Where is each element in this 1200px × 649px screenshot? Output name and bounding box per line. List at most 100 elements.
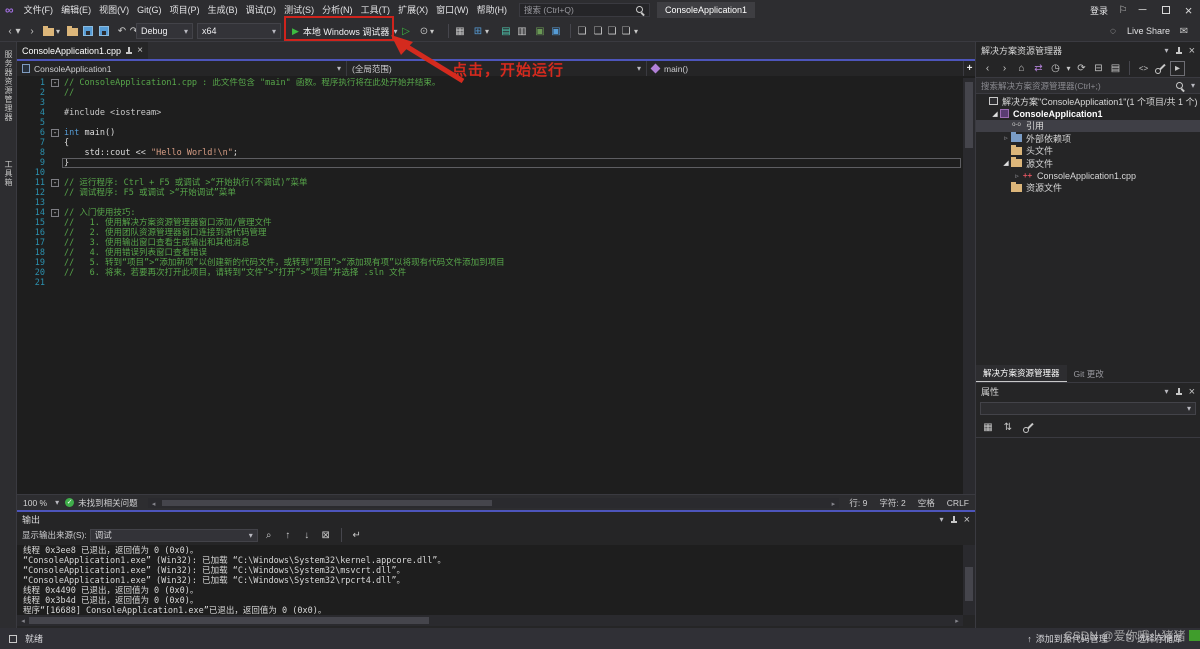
server-explorer-vertical-tab[interactable]: 服务器资源管理器	[3, 50, 14, 122]
object-browser-icon[interactable]: ▥	[514, 20, 530, 42]
start-debugging-button[interactable]: ▶ 本地 Windows 调试器 ▾	[288, 22, 401, 40]
close-button[interactable]: ×	[1177, 0, 1200, 20]
fold-collapse-icon[interactable]: -	[51, 129, 59, 137]
close-panel-icon[interactable]: ×	[964, 514, 970, 526]
menu-item[interactable]: 编辑(E)	[57, 0, 95, 20]
tab-git-changes[interactable]: Git 更改	[1067, 366, 1111, 382]
view-code-icon[interactable]: <>	[1136, 61, 1151, 76]
background-tasks-icon[interactable]	[9, 634, 17, 643]
code-line[interactable]: 12 // 调试程序: F5 或调试 >“开始调试”菜单	[17, 188, 963, 198]
code-line[interactable]: 2 //	[17, 88, 963, 98]
member-dropdown[interactable]: main()▾	[647, 61, 975, 76]
live-share-icon[interactable]: ◌	[1105, 20, 1121, 42]
tree-item-folder[interactable]: 资源文件	[976, 181, 1200, 194]
bookmark-icon[interactable]: ❏	[574, 20, 590, 42]
menu-item[interactable]: 扩展(X)	[394, 0, 432, 20]
output-vertical-scrollbar[interactable]	[963, 545, 975, 615]
window-position-dropdown-icon[interactable]: ▾	[1165, 387, 1169, 396]
split-window-handle[interactable]: +	[963, 61, 975, 76]
tree-item-folder[interactable]: ◢ 源文件	[976, 157, 1200, 169]
scrollbar-thumb[interactable]	[161, 499, 492, 506]
code-line[interactable]: 6- int main()	[17, 128, 963, 138]
bookmarks-dropdown-icon[interactable]: ▾	[632, 20, 640, 42]
pin-icon[interactable]	[1175, 46, 1183, 56]
document-tab[interactable]: ConsoleApplication1.cpp ×	[17, 42, 148, 59]
tree-item-project[interactable]: ◢ ConsoleApplication1	[976, 107, 1200, 119]
expander-icon[interactable]: ▹	[1012, 172, 1022, 180]
close-panel-icon[interactable]: ×	[1189, 45, 1195, 57]
window-position-dropdown-icon[interactable]: ▾	[1165, 46, 1169, 55]
tree-item-solution[interactable]: 解决方案"ConsoleApplication1"(1 个项目/共 1 个)	[976, 95, 1200, 107]
code-line[interactable]: 9}	[17, 158, 963, 168]
switch-views-icon[interactable]: ⇄	[1031, 61, 1046, 76]
categorized-icon[interactable]: ▦	[980, 419, 996, 435]
editor-vertical-scrollbar[interactable]	[963, 78, 975, 494]
start-without-debugging-icon[interactable]: ▷	[398, 20, 414, 42]
menu-item[interactable]: 调试(D)	[242, 0, 281, 20]
clear-all-icon[interactable]: ⊠	[318, 527, 334, 543]
pending-changes-filter-icon[interactable]: ◷	[1048, 61, 1063, 76]
property-pages-icon[interactable]	[1020, 419, 1036, 435]
code-line[interactable]: 8 std::cout << "Hello World!\n";	[17, 148, 963, 158]
menu-item[interactable]: Git(G)	[133, 0, 166, 20]
fold-collapse-icon[interactable]: -	[51, 79, 59, 87]
properties-object-dropdown[interactable]: ▾	[980, 402, 1196, 415]
code-line[interactable]: 17 // 3. 使用输出窗口查看生成输出和其他消息	[17, 238, 963, 248]
project-dropdown[interactable]: ConsoleApplication1 ▾	[17, 61, 347, 76]
expander-icon[interactable]: ◢	[1001, 159, 1011, 167]
health-status-label[interactable]: 未找到相关问题	[78, 497, 138, 509]
home-icon[interactable]: ⌂	[1014, 61, 1029, 76]
code-line[interactable]: 4 #include <iostream>	[17, 108, 963, 118]
window-dropdown-icon[interactable]: ▾	[483, 20, 491, 42]
save-icon[interactable]	[80, 20, 96, 42]
quick-search-box[interactable]: 搜索 (Ctrl+Q)	[519, 3, 650, 17]
navigate-back-dropdown-icon[interactable]: ▾	[14, 20, 22, 42]
code-line[interactable]: 11-// 运行程序: Ctrl + F5 或调试 >“开始执行(不调试)”菜单	[17, 178, 963, 188]
navigate-forward-icon[interactable]: ›	[24, 20, 40, 42]
code-line[interactable]: 18 // 4. 使用错误列表窗口查看错误	[17, 248, 963, 258]
attach-dropdown-icon[interactable]: ▾	[428, 20, 436, 42]
minimize-button[interactable]: ─	[1131, 0, 1154, 20]
solution-configurations-dropdown[interactable]: Debug ▾	[136, 23, 193, 39]
previous-message-icon[interactable]: ↑	[280, 527, 296, 543]
breakpoints-window-icon[interactable]: ▦	[452, 20, 468, 42]
pin-icon[interactable]	[950, 515, 958, 525]
properties-window-icon[interactable]: ▣	[548, 20, 564, 42]
output-horizontal-scrollbar[interactable]: ◂ ▸	[17, 615, 963, 626]
new-project-dropdown-icon[interactable]: ▾	[54, 20, 62, 42]
find-message-icon[interactable]: ⌕	[261, 527, 277, 543]
alphabetical-sort-icon[interactable]: ⇅	[1000, 419, 1016, 435]
spaces-indicator[interactable]: 空格	[912, 497, 941, 509]
menu-item[interactable]: 项目(P)	[166, 0, 204, 20]
word-wrap-icon[interactable]: ↵	[349, 527, 365, 543]
menu-item[interactable]: 视图(V)	[95, 0, 133, 20]
solution-explorer-search-box[interactable]: 搜索解决方案资源管理器(Ctrl+;) ▾	[976, 78, 1200, 94]
preview-selected-items-icon[interactable]: ▸	[1170, 60, 1185, 76]
forward-icon[interactable]: ›	[997, 61, 1012, 76]
show-all-files-icon[interactable]: ▤	[1108, 61, 1123, 76]
tree-item-deps[interactable]: ▹ 外部依赖项	[976, 132, 1200, 144]
close-panel-icon[interactable]: ×	[1189, 386, 1195, 398]
solution-tree[interactable]: 解决方案"ConsoleApplication1"(1 个项目/共 1 个) ◢ C…	[976, 95, 1200, 368]
code-line[interactable]: 5	[17, 118, 963, 128]
call-hierarchy-icon[interactable]: ▤	[498, 20, 514, 42]
code-line[interactable]: 21	[17, 278, 963, 288]
eol-indicator[interactable]: CRLF	[941, 498, 975, 508]
sign-in-button[interactable]: 登录	[1083, 4, 1115, 17]
code-line[interactable]: 15 // 1. 使用解决方案资源管理器窗口添加/管理文件	[17, 218, 963, 228]
sync-with-active-document-icon[interactable]: ▣	[532, 20, 548, 42]
filter-dropdown-icon[interactable]: ▾	[1065, 61, 1072, 76]
tree-item-folder[interactable]: 头文件	[976, 144, 1200, 157]
code-line[interactable]: 7{	[17, 138, 963, 148]
code-line[interactable]: 16 // 2. 使用团队资源管理器窗口连接到源代码管理	[17, 228, 963, 238]
expander-icon[interactable]: ▹	[1001, 134, 1011, 142]
properties-icon[interactable]	[1153, 61, 1168, 76]
scrollbar-thumb[interactable]	[965, 567, 973, 601]
output-source-dropdown[interactable]: 调试 ▾	[89, 528, 258, 542]
menu-item[interactable]: 文件(F)	[20, 0, 58, 20]
code-line[interactable]: 20 // 6. 将来，若要再次打开此项目，请转到“文件”>“打开”>“项目”并选…	[17, 268, 963, 278]
scroll-left-icon[interactable]: ◂	[148, 499, 160, 510]
feedback-icon[interactable]: ✉	[1176, 20, 1192, 42]
maximize-button[interactable]	[1154, 0, 1177, 20]
menu-item[interactable]: 工具(T)	[357, 0, 395, 20]
